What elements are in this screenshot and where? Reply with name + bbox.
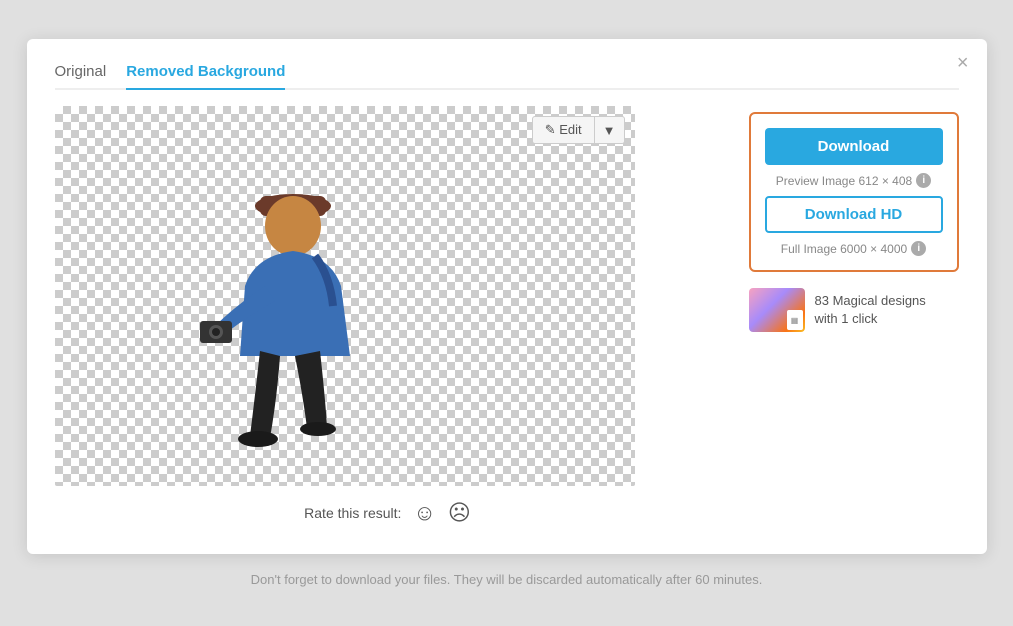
full-info: Full Image 6000 × 4000 i bbox=[765, 241, 943, 256]
promo-badge: ▦ bbox=[787, 310, 803, 330]
download-box: Download Preview Image 612 × 408 i Downl… bbox=[749, 112, 959, 272]
right-panel: Download Preview Image 612 × 408 i Downl… bbox=[749, 112, 959, 332]
image-panel: ✎ Edit ▼ bbox=[55, 106, 721, 526]
promo-thumbnail: ▦ bbox=[749, 288, 805, 332]
preview-info-icon[interactable]: i bbox=[916, 173, 931, 188]
rating-label: Rate this result: bbox=[304, 505, 401, 521]
edit-button-row: ✎ Edit ▼ bbox=[532, 116, 625, 144]
footer-text: Don't forget to download your files. The… bbox=[251, 572, 763, 587]
tab-bar: Original Removed Background bbox=[55, 63, 959, 90]
happy-rating-button[interactable]: ☺ bbox=[413, 500, 435, 526]
download-hd-button[interactable]: Download HD bbox=[765, 196, 943, 233]
modal-dialog: × Original Removed Background ✎ Edit ▼ bbox=[27, 39, 987, 554]
promo-box[interactable]: ▦ 83 Magical designs with 1 click bbox=[749, 288, 959, 332]
close-button[interactable]: × bbox=[957, 53, 969, 73]
tab-removed-background[interactable]: Removed Background bbox=[126, 63, 285, 90]
sad-rating-button[interactable]: ☹ bbox=[448, 500, 471, 526]
image-canvas: ✎ Edit ▼ bbox=[55, 106, 635, 486]
person-image bbox=[185, 156, 405, 456]
promo-text: 83 Magical designs with 1 click bbox=[815, 292, 926, 328]
tab-original[interactable]: Original bbox=[55, 63, 107, 90]
content-area: ✎ Edit ▼ bbox=[55, 106, 959, 526]
page-background: × Original Removed Background ✎ Edit ▼ bbox=[0, 0, 1013, 626]
preview-info: Preview Image 612 × 408 i bbox=[765, 173, 943, 188]
edit-dropdown-button[interactable]: ▼ bbox=[595, 116, 625, 144]
full-info-icon[interactable]: i bbox=[911, 241, 926, 256]
rating-row: Rate this result: ☺ ☹ bbox=[55, 500, 721, 526]
edit-button[interactable]: ✎ Edit bbox=[532, 116, 595, 144]
download-button[interactable]: Download bbox=[765, 128, 943, 165]
